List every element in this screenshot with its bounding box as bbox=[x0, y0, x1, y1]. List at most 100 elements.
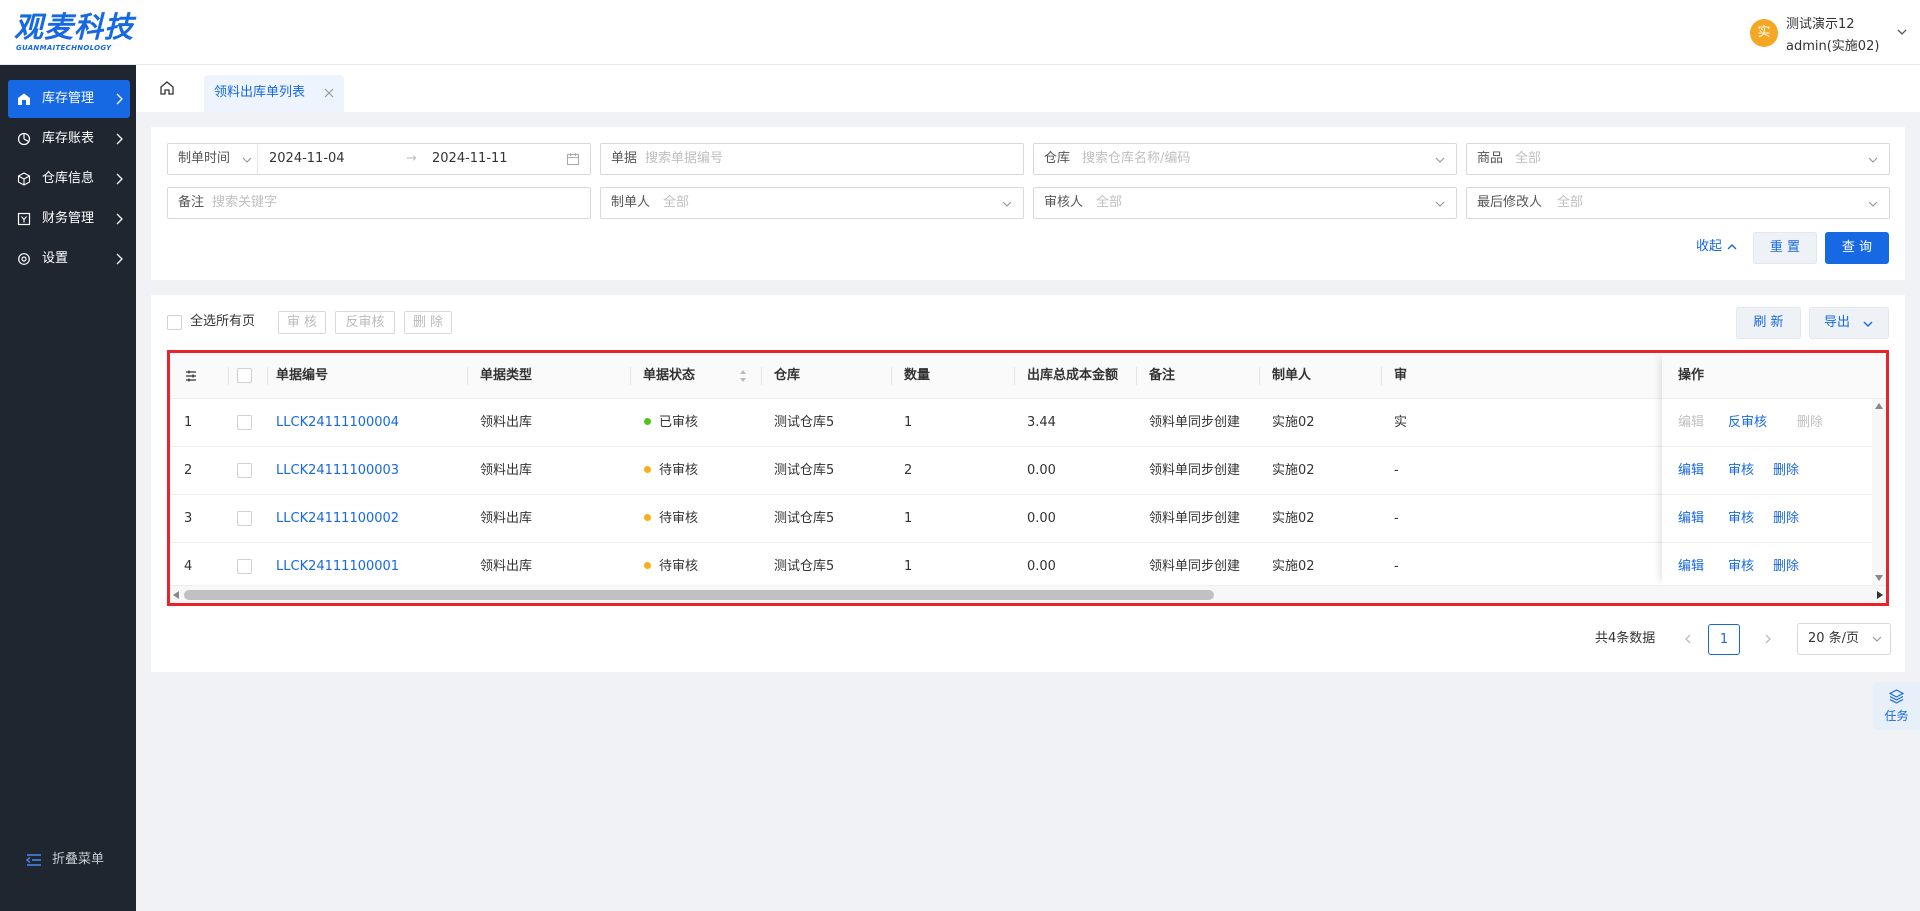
batch-unaudit-button[interactable]: 反审核 bbox=[335, 311, 395, 334]
audit-button[interactable]: 审核 bbox=[1728, 463, 1754, 479]
user-menu[interactable]: 实 测试演示12 admin(实施02) bbox=[1740, 0, 1920, 65]
column-settings-icon[interactable] bbox=[184, 369, 198, 383]
home-icon[interactable] bbox=[158, 79, 176, 97]
column-divider bbox=[467, 367, 468, 385]
reset-button[interactable]: 重 置 bbox=[1753, 232, 1817, 264]
delete-button[interactable]: 删除 bbox=[1773, 559, 1799, 575]
product-select[interactable]: 商品 全部 bbox=[1466, 143, 1890, 175]
select-all-checkbox[interactable] bbox=[167, 315, 182, 330]
prev-page-icon[interactable] bbox=[1683, 634, 1693, 644]
sidebar-item-inventory-report[interactable]: 库存账表 bbox=[8, 120, 130, 158]
horizontal-scrollbar[interactable] bbox=[170, 585, 1886, 603]
task-float-button[interactable]: 任务 bbox=[1873, 682, 1920, 730]
auditor-value: 全部 bbox=[1096, 195, 1123, 210]
creator-cell: 实施02 bbox=[1272, 511, 1315, 526]
column-divider bbox=[761, 367, 762, 385]
sort-icon[interactable] bbox=[739, 369, 747, 383]
row-checkbox[interactable] bbox=[237, 559, 252, 574]
quantity-cell: 1 bbox=[904, 559, 913, 574]
doc-number-link[interactable]: LLCK24111100004 bbox=[276, 415, 399, 431]
audit-button[interactable]: 审核 bbox=[1728, 559, 1754, 575]
sidebar-item-inventory[interactable]: 库存管理 bbox=[8, 80, 130, 118]
row-checkbox[interactable] bbox=[237, 415, 252, 430]
batch-audit-button[interactable]: 审 核 bbox=[278, 311, 326, 334]
user-name: 测试演示12 bbox=[1786, 17, 1855, 32]
date-end-input[interactable]: 2024-11-11 bbox=[432, 151, 508, 167]
sidebar-item-finance[interactable]: 财务管理 bbox=[8, 200, 130, 238]
company-logo[interactable]: 观麦科技 GUANMAITECHNOLOGY bbox=[14, 10, 149, 54]
sidebar-item-warehouse-info[interactable]: 仓库信息 bbox=[8, 160, 130, 198]
warehouse-cell: 测试仓库5 bbox=[774, 463, 835, 478]
edit-button[interactable]: 编辑 bbox=[1678, 463, 1704, 479]
column-divider bbox=[1014, 367, 1015, 385]
doc-number-field[interactable]: 单据 搜索单据编号 bbox=[600, 143, 1024, 175]
column-divider bbox=[267, 367, 268, 385]
tab-material-issue-list[interactable]: 领料出库单列表 bbox=[204, 75, 344, 112]
page-1-button[interactable]: 1 bbox=[1708, 624, 1740, 655]
table-row[interactable]: 2 LLCK24111100003 领料出库 待审核 测试仓库5 2 0.00 … bbox=[170, 447, 1886, 495]
last-modifier-select[interactable]: 最后修改人 全部 bbox=[1466, 187, 1890, 219]
query-button[interactable]: 查 询 bbox=[1825, 232, 1889, 264]
status-badge: 待审核 bbox=[644, 511, 698, 527]
header-doc-status[interactable]: 单据状态 bbox=[643, 368, 695, 384]
edit-button[interactable]: 编辑 bbox=[1678, 511, 1704, 527]
date-type-select[interactable]: 制单时间 bbox=[168, 144, 258, 174]
actions-cell: 编辑 审核 删除 bbox=[1662, 447, 1886, 495]
export-button[interactable]: 导出 bbox=[1809, 307, 1889, 339]
edit-button[interactable]: 编辑 bbox=[1678, 559, 1704, 575]
scroll-up-icon[interactable] bbox=[1875, 403, 1883, 409]
auditor-select[interactable]: 审核人 全部 bbox=[1033, 187, 1457, 219]
scroll-thumb[interactable] bbox=[184, 590, 1214, 600]
status-text: 待审核 bbox=[659, 511, 699, 526]
table-row[interactable]: 3 LLCK24111100002 领料出库 待审核 测试仓库5 1 0.00 … bbox=[170, 495, 1886, 543]
chevron-right-icon bbox=[116, 253, 123, 265]
creator-cell: 实施02 bbox=[1272, 415, 1315, 430]
collapse-filters-link[interactable]: 收起 bbox=[1696, 239, 1738, 255]
row-checkbox[interactable] bbox=[237, 463, 252, 478]
creator-select[interactable]: 制单人 全部 bbox=[600, 187, 1024, 219]
scroll-right-icon[interactable] bbox=[1877, 591, 1883, 599]
edit-button[interactable]: 编辑 bbox=[1678, 415, 1704, 431]
status-text: 待审核 bbox=[659, 463, 699, 478]
doc-number-link[interactable]: LLCK24111100003 bbox=[276, 463, 399, 479]
date-range-filter: 制单时间 2024-11-04 → 2024-11-11 bbox=[167, 143, 591, 175]
warehouse-home-icon bbox=[18, 93, 30, 105]
layers-icon bbox=[1889, 689, 1904, 704]
delete-button[interactable]: 删除 bbox=[1797, 415, 1823, 431]
doc-type: 领料出库 bbox=[480, 463, 533, 478]
warehouse-cell: 测试仓库5 bbox=[774, 415, 835, 430]
vertical-scrollbar[interactable] bbox=[1872, 399, 1886, 585]
total-cost-cell: 0.00 bbox=[1027, 511, 1056, 526]
header-warehouse: 仓库 bbox=[774, 368, 801, 383]
status-text: 已审核 bbox=[659, 415, 699, 430]
delete-button[interactable]: 删除 bbox=[1773, 511, 1799, 527]
header-checkbox[interactable] bbox=[237, 368, 252, 383]
actions-cell: 编辑 审核 删除 bbox=[1662, 495, 1886, 543]
table-row[interactable]: 1 LLCK24111100004 领料出库 已审核 测试仓库5 1 3.44 … bbox=[170, 399, 1886, 447]
date-start-input[interactable]: 2024-11-04 bbox=[269, 151, 345, 167]
row-checkbox[interactable] bbox=[237, 511, 252, 526]
audit-button[interactable]: 审核 bbox=[1728, 511, 1754, 527]
refresh-button[interactable]: 刷 新 bbox=[1736, 307, 1801, 339]
page-size-select[interactable]: 20 条/页 bbox=[1797, 623, 1891, 655]
next-page-icon[interactable] bbox=[1763, 634, 1773, 644]
calendar-icon[interactable] bbox=[566, 152, 580, 166]
quantity-cell: 1 bbox=[904, 511, 913, 526]
warehouse-select[interactable]: 仓库 搜索仓库名称/编码 bbox=[1033, 143, 1457, 175]
sidebar-item-label: 库存账表 bbox=[42, 131, 95, 146]
delete-button[interactable]: 删除 bbox=[1773, 463, 1799, 479]
avatar: 实 bbox=[1750, 19, 1778, 47]
total-cost-cell: 0.00 bbox=[1027, 463, 1056, 478]
warehouse-cell: 测试仓库5 bbox=[774, 559, 835, 574]
doc-number-link[interactable]: LLCK24111100001 bbox=[276, 559, 399, 575]
remark-field[interactable]: 备注 搜索关键字 bbox=[167, 187, 591, 219]
close-icon[interactable] bbox=[324, 88, 334, 98]
batch-delete-button[interactable]: 删 除 bbox=[404, 311, 452, 334]
unaudit-button[interactable]: 反审核 bbox=[1728, 415, 1767, 431]
table-row[interactable]: 4 LLCK24111100001 领料出库 待审核 测试仓库5 1 0.00 … bbox=[170, 543, 1886, 591]
doc-number-link[interactable]: LLCK24111100002 bbox=[276, 511, 399, 527]
sidebar-item-settings[interactable]: 设置 bbox=[8, 240, 130, 278]
creator-cell: 实施02 bbox=[1272, 559, 1315, 574]
scroll-left-icon[interactable] bbox=[173, 591, 179, 599]
scroll-down-icon[interactable] bbox=[1875, 575, 1883, 581]
